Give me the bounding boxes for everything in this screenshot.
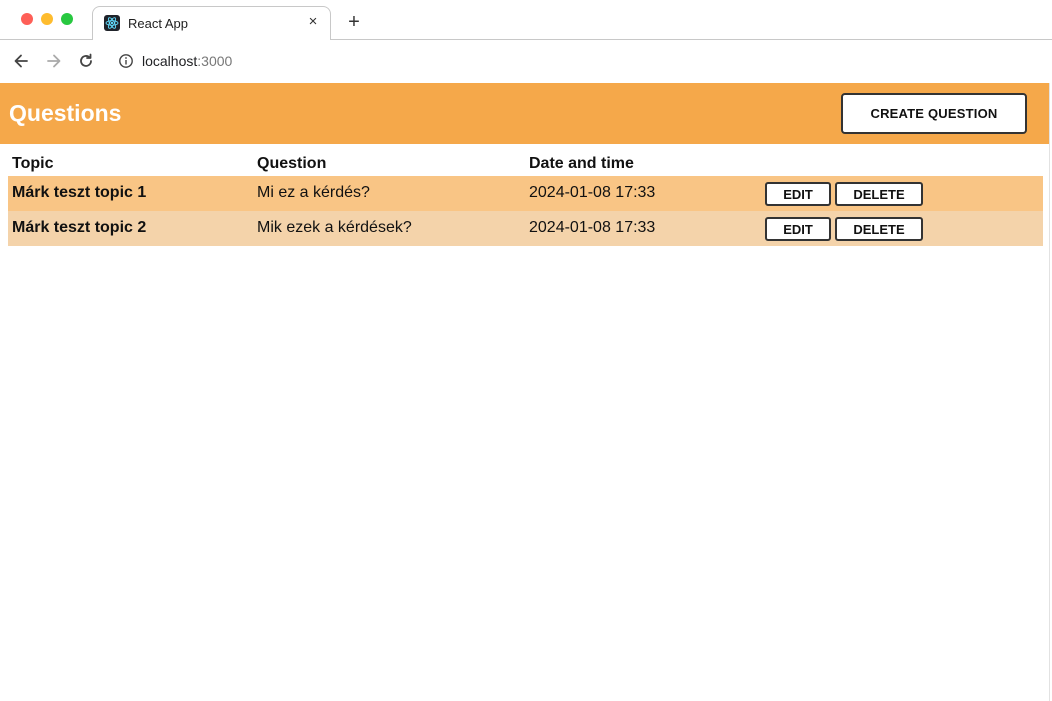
delete-button[interactable]: DELETE [835, 182, 923, 206]
edit-button[interactable]: EDIT [765, 182, 831, 206]
page-title: Questions [9, 100, 122, 126]
react-favicon-icon [104, 15, 120, 31]
tab-title: React App [128, 16, 188, 31]
url-port: :3000 [197, 53, 233, 69]
app-header: Questions CREATE QUESTION [0, 83, 1049, 144]
row-question: Mik ezek a kérdések? [257, 219, 412, 236]
browser-tab[interactable]: React App × [92, 6, 331, 40]
page-edge-divider [1049, 83, 1050, 701]
table-header: Topic Question Date and time [8, 151, 1043, 176]
create-question-button[interactable]: CREATE QUESTION [841, 93, 1027, 134]
window-minimize-dot[interactable] [41, 13, 53, 25]
column-header-question: Question [257, 155, 327, 172]
delete-button[interactable]: DELETE [835, 217, 923, 241]
address-bar[interactable]: localhost:3000 [142, 53, 232, 69]
table-row: Márk teszt topic 2 Mik ezek a kérdések? … [8, 211, 1043, 246]
info-icon[interactable] [118, 53, 134, 69]
reload-icon[interactable] [76, 51, 96, 71]
plus-icon[interactable]: + [345, 12, 363, 32]
column-header-topic: Topic [12, 155, 54, 172]
row-datetime: 2024-01-08 17:33 [529, 184, 656, 201]
column-header-datetime: Date and time [529, 155, 634, 172]
row-topic: Márk teszt topic 2 [12, 219, 147, 236]
row-datetime: 2024-01-08 17:33 [529, 219, 656, 236]
browser-tabstrip: React App × + [0, 0, 1052, 40]
row-topic: Márk teszt topic 1 [12, 184, 147, 201]
forward-icon[interactable] [44, 51, 64, 71]
questions-table: Topic Question Date and time Márk teszt … [8, 151, 1043, 246]
table-row: Márk teszt topic 1 Mi ez a kérdés? 2024-… [8, 176, 1043, 211]
window-close-dot[interactable] [21, 13, 33, 25]
browser-toolbar: localhost:3000 [0, 40, 1052, 82]
url-host: localhost [142, 53, 198, 69]
back-icon[interactable] [11, 51, 31, 71]
close-icon[interactable]: × [305, 14, 321, 30]
edit-button[interactable]: EDIT [765, 217, 831, 241]
window-zoom-dot[interactable] [61, 13, 73, 25]
row-question: Mi ez a kérdés? [257, 184, 370, 201]
